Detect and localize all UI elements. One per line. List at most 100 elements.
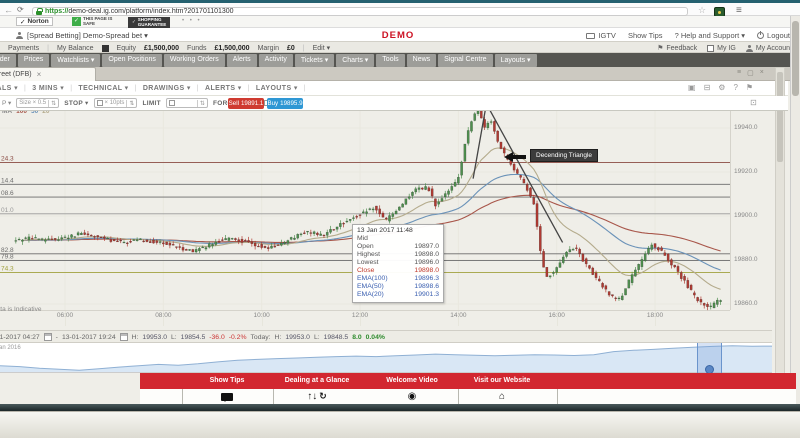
menu-item-tickets[interactable]: Tickets ▾ (294, 54, 335, 67)
menu-item-open-positions[interactable]: Open Positions (102, 54, 162, 67)
divider (557, 389, 558, 404)
tv-icon (586, 32, 596, 39)
record-circle-icon[interactable]: ◉ (382, 390, 442, 403)
menu-item-alerts[interactable]: Alerts (226, 54, 257, 67)
panel-menu-icon[interactable]: ≡ (737, 69, 741, 77)
calendar-icon[interactable] (43, 333, 52, 341)
buy-button[interactable]: Buy 19895.9 (267, 98, 303, 109)
chart-toolbar-alerts[interactable]: ALERTS ▾ (205, 84, 242, 92)
size-input[interactable]: Size × 0.5 ⇅ (16, 98, 60, 108)
norton-badge[interactable]: ✓ Norton (16, 17, 53, 26)
igtv-link[interactable]: IGTV (586, 31, 616, 40)
svg-text:24.3: 24.3 (1, 156, 14, 163)
feedback-link[interactable]: ⚑ Feedback (657, 44, 698, 53)
shopping-guarantee-badge[interactable]: ✓ SHOPPING GUARANTEE (128, 17, 171, 29)
tooltip-label: EMA(100) (357, 275, 388, 282)
payments-link[interactable]: Payments (8, 45, 39, 52)
browser-toolbar: ← ⟳ https://demo-deal.ig.com/platform/in… (0, 3, 800, 17)
limit-stepper[interactable]: ⇅ (196, 99, 205, 107)
stop-dropdown[interactable]: STOP ▾ (64, 99, 88, 107)
settings-gear-icon[interactable]: ⚙ (718, 83, 725, 92)
my-account-link[interactable]: My Account (745, 44, 792, 52)
browser-bottom-edge (0, 404, 800, 411)
menu-item-layouts[interactable]: Layouts ▾ (494, 54, 537, 67)
scrollbar-thumb[interactable] (792, 21, 799, 96)
menu-item-signal-centre[interactable]: Signal Centre (438, 54, 493, 67)
chart-toolbar-deals[interactable]: DEALS ▾ (0, 84, 18, 92)
norton-more-dots[interactable]: • • • (182, 18, 202, 24)
today-label: Today: (250, 333, 271, 341)
y-axis-label: 19940.0 (734, 124, 758, 131)
menu-item-finder[interactable]: Finder (0, 54, 16, 67)
my-ig-link[interactable]: My IG (707, 44, 736, 52)
menu-item-working-orders[interactable]: Working Orders (163, 54, 225, 67)
today-change-value: 8.0 (352, 333, 362, 341)
promo-visit-website[interactable]: Visit our Website (442, 377, 562, 384)
page-safe-badge[interactable]: ✓ THIS PAGE IS SAFE (72, 16, 112, 26)
account-selector[interactable]: [Spread Betting] Demo-Spread bet ▾ (16, 31, 148, 40)
panel-close-icon[interactable]: × (760, 69, 764, 77)
menu-item-news[interactable]: News (406, 54, 437, 67)
workspace-tab-row: Wall Street (DFB) × ≡ ▢ × (0, 67, 800, 81)
bookmark-star-icon[interactable]: ☆ (698, 5, 706, 16)
snapshot-icon[interactable]: ▣ (688, 83, 696, 92)
chart-toolbar-icons: ▣ ⊟ ⚙ ? ⚑ (688, 83, 753, 92)
today-high-value: 19953.0 (285, 333, 310, 341)
chart-toolbar-layouts[interactable]: LAYOUTS ▾ (256, 84, 298, 92)
address-bar[interactable]: https://demo-deal.ig.com/platform/index.… (32, 7, 688, 16)
scrollbar-thumb[interactable] (777, 72, 783, 162)
stop-stepper[interactable]: ⇅ (126, 99, 134, 107)
print-icon[interactable]: ⊟ (704, 83, 711, 92)
flag-icon[interactable]: ⚑ (746, 83, 753, 92)
tooltip-value: 19898.0 (414, 267, 439, 274)
tooltip-label: Close (357, 267, 375, 274)
menu-item-charts[interactable]: Charts ▾ (336, 54, 375, 67)
help-label: ? Help and Support ▾ (674, 31, 746, 40)
browser-menu-icon[interactable]: ≡ (736, 5, 742, 16)
menu-item-activity[interactable]: Activity (258, 54, 293, 67)
sell-button[interactable]: Sell 19891.1 (228, 98, 264, 109)
tooltip-value: 19901.3 (414, 291, 439, 298)
tooltip-row-open: Open 19897.0 (357, 243, 439, 251)
page-scrollbar[interactable] (790, 16, 800, 404)
size-stepper[interactable]: ⇅ (48, 99, 56, 107)
divider: | (47, 44, 49, 52)
limit-input[interactable]: ⇅ (165, 98, 208, 108)
speech-bubble-icon[interactable] (197, 390, 257, 403)
chart-toolbar-drawings[interactable]: DRAWINGS ▾ (143, 84, 191, 92)
navigator-area-chart[interactable] (0, 343, 772, 372)
demo-badge: DEMO (381, 30, 415, 41)
chart-toolbar-technical[interactable]: TECHNICAL ▾ (78, 84, 128, 92)
menu-item-prices[interactable]: Prices (17, 54, 50, 67)
home-icon[interactable]: ⌂ (472, 390, 532, 403)
tooltip-row-ema50: EMA(50) 19898.6 (357, 283, 439, 291)
tab-close-icon[interactable]: × (37, 70, 42, 79)
logout-link[interactable]: Logout (757, 31, 790, 40)
show-tips-link[interactable]: Show Tips (628, 31, 663, 40)
workspace-scrollbar[interactable] (775, 67, 785, 404)
menu-item-watchlists[interactable]: Watchlists ▾ (51, 54, 101, 67)
chart-navigator[interactable]: Jan 2016 (0, 343, 772, 374)
stop-checkbox[interactable] (96, 100, 103, 106)
panel-restore-icon[interactable]: ▢ (747, 69, 754, 77)
back-icon[interactable]: ← (4, 5, 13, 15)
edit-menu[interactable]: Edit ▾ (313, 44, 331, 52)
descending-triangle-annotation[interactable]: Decending Triangle (530, 149, 599, 162)
stop-input[interactable]: × 10pts ⇅ (93, 98, 138, 108)
my-balance-link[interactable]: My Balance (57, 45, 94, 52)
menu-item-tools[interactable]: Tools (376, 54, 405, 67)
arrows-refresh-icon[interactable]: ↑↓ ↻ (287, 390, 347, 403)
chart-toolbar-3-mins[interactable]: 3 MINS ▾ (32, 84, 64, 92)
reload-icon[interactable]: ⟳ (17, 5, 24, 14)
account-selector-label: [Spread Betting] Demo-Spread bet ▾ (27, 31, 148, 40)
tab-wall-street-dfb[interactable]: Wall Street (DFB) × (0, 67, 96, 81)
limit-checkbox[interactable] (168, 100, 175, 106)
url-text[interactable]: https://demo-deal.ig.com/platform/index.… (45, 8, 234, 15)
chart-toolbar: DEALS ▾ | 3 MINS ▾ | TECHNICAL ▾ | DRAWINGS ▾ |… (0, 81, 788, 96)
feedback-label: Feedback (666, 44, 698, 52)
help-support-link[interactable]: ? Help and Support ▾ (675, 31, 745, 40)
expand-panel-icon[interactable]: ⊡ (750, 98, 757, 107)
order-type-clipped[interactable]: P ▾ (2, 99, 11, 107)
help-icon[interactable]: ? (733, 83, 737, 92)
calendar-icon[interactable] (119, 333, 128, 341)
